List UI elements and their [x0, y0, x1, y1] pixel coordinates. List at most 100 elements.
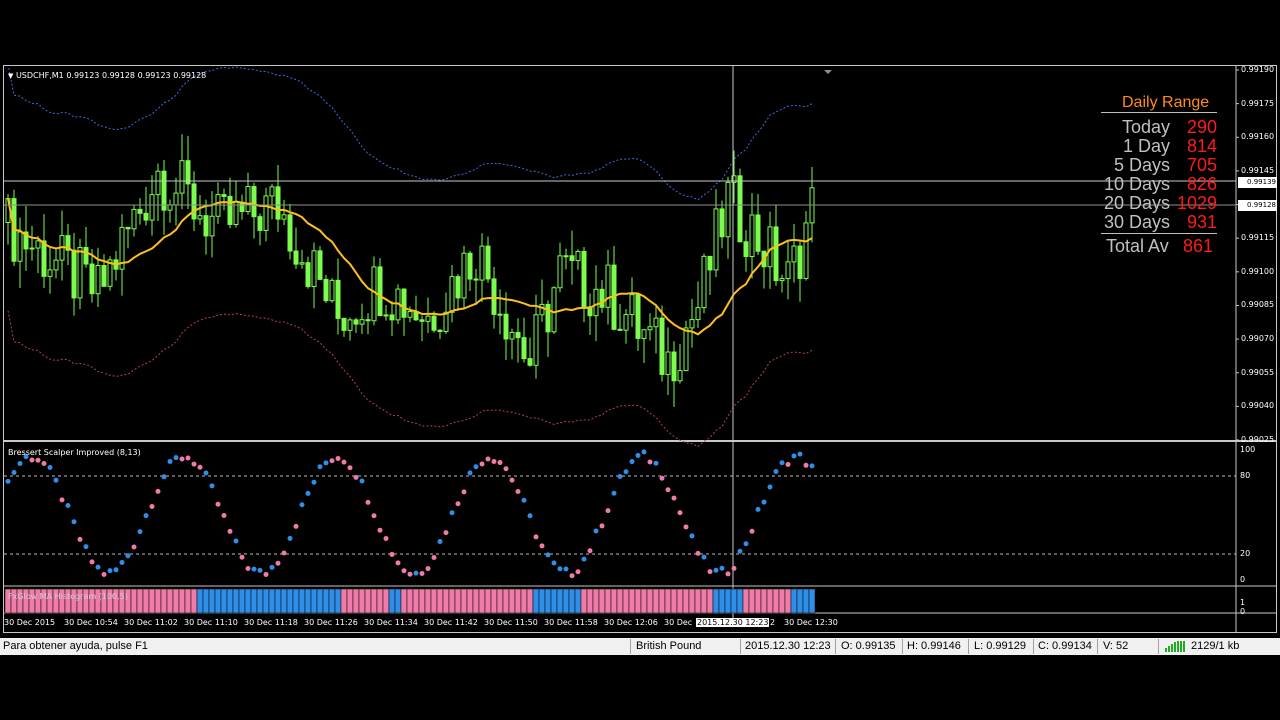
indicator-dot [701, 554, 707, 560]
candle-body [173, 192, 179, 206]
chart-title-row: ▼ USDCHF,M1 0.99123 0.99128 0.99123 0.99… [8, 71, 206, 80]
histogram-bar [556, 588, 564, 614]
daily-range-row: 1 Day [1123, 136, 1170, 157]
candle-body [311, 250, 317, 287]
time-tick-label: 30 Dec [664, 618, 693, 627]
histogram-bar [448, 588, 456, 614]
histogram-bar [184, 588, 192, 614]
indicator-dot [689, 533, 695, 539]
indicator-dot [311, 479, 317, 485]
candle-body [233, 201, 239, 225]
candle-body [317, 250, 323, 280]
status-high: H: 0.99146 [907, 640, 961, 652]
histogram-bar [610, 588, 618, 614]
indicator-dot [107, 568, 113, 574]
indicator-level-label: 100 [1240, 445, 1256, 454]
candle-body [35, 240, 41, 249]
indicator-dot [641, 449, 647, 455]
histogram-bar [304, 588, 312, 614]
status-close: C: 0.99134 [1038, 640, 1092, 652]
indicator-dot [497, 460, 503, 466]
main-price-pane [4, 66, 1276, 632]
candle-body [455, 276, 461, 299]
indicator-dot [179, 456, 185, 462]
candle-body [329, 279, 335, 302]
dropdown-triangle-icon[interactable]: ▼ [8, 72, 13, 80]
candle-body [323, 278, 329, 302]
indicator-dot [515, 489, 521, 495]
indicator-dot [353, 474, 359, 480]
indicator-dot [629, 459, 635, 465]
indicator-dot [521, 497, 527, 503]
candle-body [179, 160, 185, 194]
candle-body [779, 278, 785, 282]
indicator-dot [461, 489, 467, 495]
divider [1101, 112, 1217, 113]
histogram-bar [616, 588, 624, 614]
indicator-dot [803, 462, 809, 468]
status-separator [835, 639, 836, 654]
chart-canvas[interactable] [4, 66, 1276, 632]
daily-range-row-value-wrap: 814 [1187, 136, 1217, 157]
indicator-dot [389, 551, 395, 557]
price-tick-label: 0.99040 [1241, 401, 1275, 411]
histogram-bar [784, 588, 792, 614]
indicator-level-label: 20 [1240, 549, 1251, 558]
indicator-dot [53, 477, 59, 483]
histogram-bar [226, 588, 234, 614]
candle-body [17, 231, 23, 262]
price-tick-label: 0.99115 [1241, 233, 1275, 243]
histogram-bar [436, 588, 444, 614]
indicator-dot [323, 460, 329, 466]
indicator-dot [761, 499, 767, 505]
candle-body [191, 183, 197, 220]
candle-body [137, 208, 143, 214]
histogram-bar [634, 588, 642, 614]
daily-range-row: 10 Days [1104, 174, 1170, 195]
indicator-dot [125, 553, 131, 559]
histogram-bar [310, 588, 318, 614]
histogram-bar [574, 588, 582, 614]
price-tick-label: 0.99100 [1241, 266, 1275, 276]
candle-body [509, 331, 515, 340]
indicator-dot [593, 528, 599, 534]
candle-body [665, 351, 671, 375]
candle-body [299, 262, 305, 265]
candle-body [659, 317, 665, 375]
indicator-dot [671, 495, 677, 501]
candle-body [167, 204, 173, 211]
candle-body [791, 245, 797, 263]
daily-range-row: 30 Days [1104, 212, 1170, 233]
candle-body [221, 194, 227, 197]
indicator-dot [83, 544, 89, 550]
indicator-dot [89, 559, 95, 565]
histogram-level-label: 1 [1240, 598, 1246, 607]
status-low: L: 0.99129 [974, 640, 1026, 652]
status-profile[interactable]: British Pound [636, 640, 701, 652]
status-help-text: Para obtener ayuda, pulse F1 [3, 640, 148, 652]
indicator-dot [503, 466, 509, 472]
histogram-bar [148, 588, 156, 614]
indicator-dot [5, 478, 11, 484]
indicator-dot [659, 475, 665, 481]
time-tick-label: 30 Dec 11:42 [424, 618, 478, 627]
indicator-title: Bressert Scalper Improved (8,13) [8, 448, 141, 457]
candle-body [677, 370, 683, 382]
indicator-dot [407, 571, 413, 577]
indicator-dot [251, 566, 257, 572]
indicator-dot [449, 510, 455, 516]
indicator-dot [509, 477, 515, 483]
indicator-dot [191, 461, 197, 467]
candle-body [593, 288, 599, 317]
connection-bars-icon[interactable] [1165, 641, 1187, 652]
histogram-bar [694, 588, 702, 614]
price-tick-label: 0.99025 [1241, 435, 1275, 444]
histogram-bar [172, 588, 180, 614]
indicator-dot [653, 460, 659, 466]
histogram-bar [220, 588, 228, 614]
candle-body [71, 249, 77, 299]
indicator-dot [299, 502, 305, 508]
indicator-dot [401, 568, 407, 574]
time-tick-label: 30 Dec 11:26 [304, 618, 358, 627]
candle-body [377, 266, 383, 317]
